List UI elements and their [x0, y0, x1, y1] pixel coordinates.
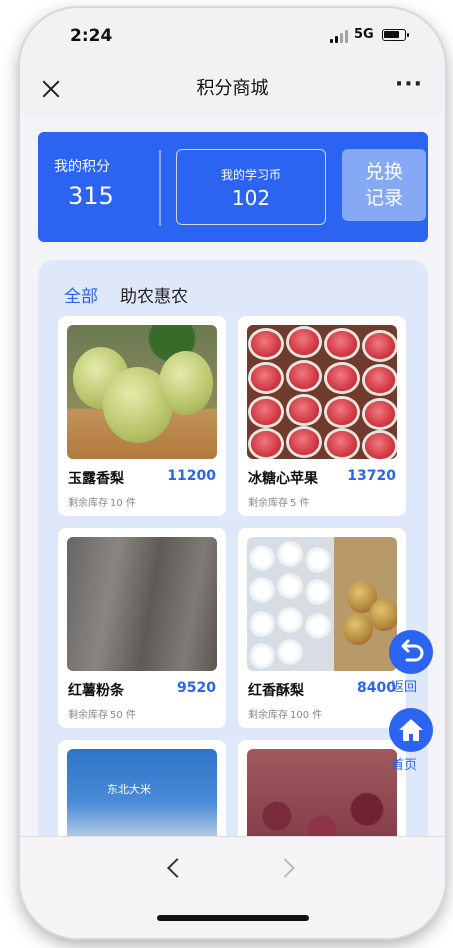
floating-back-label[interactable]: 返回 [391, 676, 417, 695]
stock-value: 100 件 [290, 710, 323, 721]
product-image: 东北大米 [67, 749, 217, 836]
chevron-left-icon[interactable] [167, 858, 187, 878]
my-points-label: 我的积分 [54, 159, 110, 175]
product-price: 13720 [347, 468, 396, 484]
chevron-right-icon[interactable] [275, 858, 295, 878]
product-card[interactable]: 冰糖心苹果 13720 剩余库存 5 件 [238, 316, 406, 516]
divider [159, 150, 161, 226]
product-price: 11200 [167, 468, 216, 484]
my-points-value: 315 [68, 182, 114, 210]
product-card[interactable]: 红薯粉条 9520 剩余库存 50 件 [58, 528, 226, 728]
signal-icon [330, 30, 350, 43]
nav-bar: 积分商城 ··· [20, 60, 445, 116]
network-type: 5G [354, 27, 374, 42]
return-icon [401, 639, 424, 662]
exchange-record-label-1: 兑换 [364, 161, 403, 183]
product-stock: 剩余库存 50 件 [68, 706, 136, 721]
product-card[interactable]: 玉露香梨 11200 剩余库存 10 件 [58, 316, 226, 516]
exchange-record-button[interactable]: 兑换 记录 [342, 149, 426, 221]
tab-farm-aid[interactable]: 助农惠农 [120, 282, 188, 307]
home-indicator[interactable] [157, 915, 309, 921]
battery-icon [382, 29, 409, 41]
phone-frame: 2:24 5G 积分商城 ··· 我的积分 315 我的学习币 102 兑换 记… [20, 8, 445, 938]
status-time: 2:24 [70, 26, 113, 46]
floating-home-button[interactable] [389, 708, 433, 752]
status-bar: 2:24 5G [20, 8, 445, 60]
stock-value: 50 件 [110, 710, 136, 721]
product-name: 红香酥梨 [248, 683, 304, 699]
product-stock: 剩余库存 10 件 [68, 494, 136, 509]
product-image [67, 325, 217, 459]
product-name: 红薯粉条 [68, 683, 124, 699]
points-summary-card: 我的积分 315 我的学习币 102 兑换 记录 [38, 132, 428, 242]
floating-back-button[interactable] [389, 630, 433, 674]
tab-all[interactable]: 全部 [64, 282, 98, 307]
study-coin-value: 102 [231, 186, 271, 210]
exchange-record-label-2: 记录 [364, 187, 403, 209]
page-title: 积分商城 [196, 78, 269, 99]
stock-prefix: 剩余库存 [248, 498, 288, 509]
product-image [247, 325, 397, 459]
product-name: 冰糖心苹果 [248, 471, 318, 487]
stock-prefix: 剩余库存 [248, 710, 288, 721]
browser-bottom-bar [20, 836, 445, 938]
stock-prefix: 剩余库存 [68, 710, 108, 721]
main-content: 我的积分 315 我的学习币 102 兑换 记录 全部 助农惠农 玉露香梨 11… [20, 116, 445, 836]
product-stock: 剩余库存 5 件 [248, 494, 310, 509]
product-stock: 剩余库存 100 件 [248, 706, 322, 721]
product-card[interactable]: 红香酥梨 8400 剩余库存 100 件 [238, 528, 406, 728]
stock-value: 10 件 [110, 498, 136, 509]
product-card[interactable] [238, 740, 406, 836]
product-card[interactable]: 东北大米 [58, 740, 226, 836]
product-name: 玉露香梨 [68, 471, 124, 487]
stock-value: 5 件 [290, 498, 310, 509]
rice-bag-text: 东北大米 [107, 783, 151, 796]
study-coin-label: 我的学习币 [220, 168, 281, 182]
study-coin-box: 我的学习币 102 [176, 149, 326, 225]
home-icon [399, 719, 423, 741]
product-image [247, 537, 397, 671]
product-price: 9520 [177, 680, 216, 696]
product-image [247, 749, 397, 836]
product-panel: 全部 助农惠农 玉露香梨 11200 剩余库存 10 件 冰糖心苹果 13720… [38, 260, 428, 836]
more-menu-icon[interactable]: ··· [395, 72, 423, 97]
product-image [67, 537, 217, 671]
floating-home-label[interactable]: 首页 [391, 754, 417, 773]
stock-prefix: 剩余库存 [68, 498, 108, 509]
